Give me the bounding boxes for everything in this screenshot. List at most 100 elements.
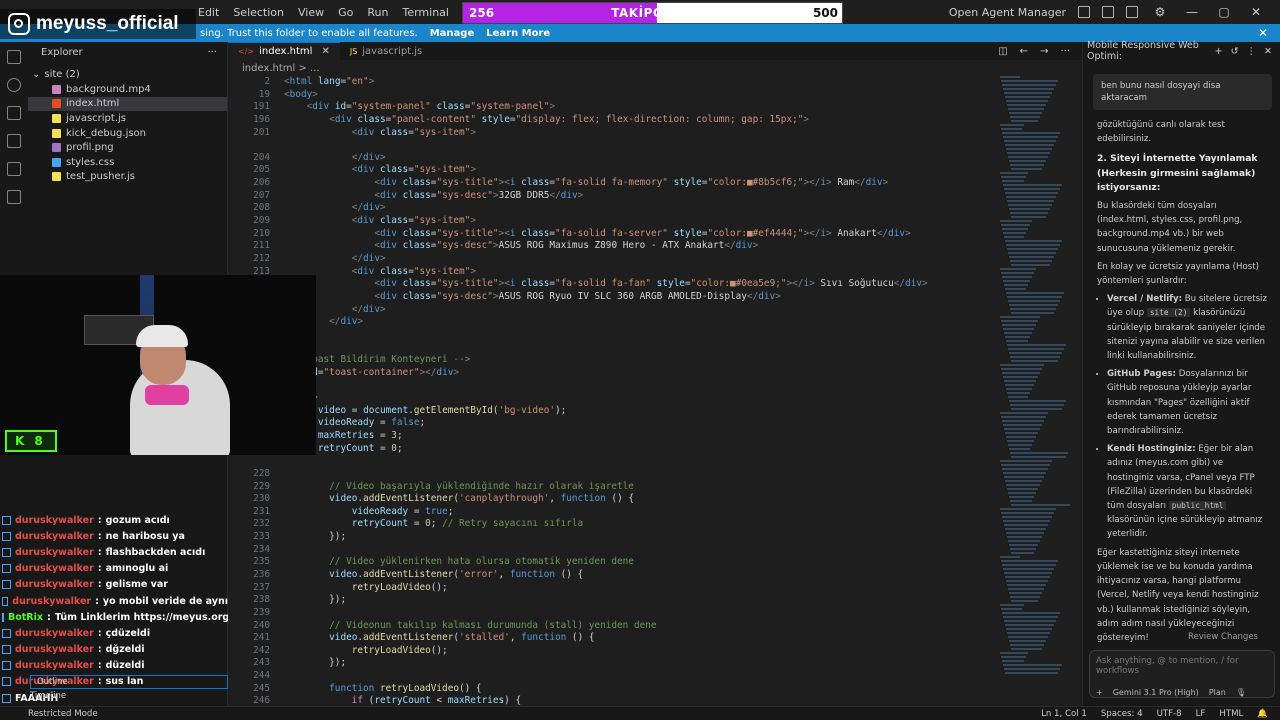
mode-selector[interactable]: Plan xyxy=(1209,688,1226,697)
menu-go[interactable]: Go xyxy=(338,6,353,19)
file-item[interactable]: profil.png xyxy=(28,140,227,155)
settings-gear-icon[interactable]: ⚙ xyxy=(1150,5,1170,19)
minimap-line xyxy=(1010,356,1060,358)
minimize-button[interactable]: — xyxy=(1182,5,1202,19)
remote-explorer-icon[interactable] xyxy=(7,162,21,176)
code-text: <div class="sys-desc">ASUS ROG Maximus Z… xyxy=(374,240,759,252)
option-github: GitHub Pages: Dosyalarınızı bir GitHub r… xyxy=(1107,367,1270,438)
minimap-line xyxy=(1004,428,1040,430)
run-debug-icon[interactable] xyxy=(7,134,21,148)
code-editor[interactable]: 2 <html lang="en"> 19 <body> 191 <div id="sy… xyxy=(228,76,998,720)
maximize-button[interactable]: ▢ xyxy=(1214,5,1234,19)
editor-tab[interactable]: </> index.html ✕ xyxy=(228,42,340,60)
file-item[interactable]: styles.css xyxy=(28,155,227,170)
panel-more-icon[interactable]: ⋮ xyxy=(1247,46,1257,57)
layout-panel-icon[interactable] xyxy=(1102,6,1114,18)
code-line: <div class="sys-title"><i class="fa-soli… xyxy=(228,278,998,291)
microphone-icon[interactable]: 🎙 xyxy=(1236,688,1246,697)
cursor-position[interactable]: Ln 1, Col 1 xyxy=(1041,709,1087,719)
file-item[interactable]: javascript.js xyxy=(28,111,227,126)
language-mode[interactable]: HTML xyxy=(1219,709,1243,719)
close-panel-icon[interactable]: ✕ xyxy=(1264,46,1272,57)
minimap-line xyxy=(1002,324,1036,326)
minimap-line xyxy=(1008,108,1044,110)
chat-text: amınoglu ai xyxy=(105,563,169,575)
close-tab-icon[interactable]: ✕ xyxy=(321,46,329,57)
breadcrumb[interactable]: index.html > ... xyxy=(228,60,1082,76)
kick-viewer-count: 8 xyxy=(34,434,43,448)
manage-link[interactable]: Manage xyxy=(430,28,475,39)
source-control-icon[interactable] xyxy=(7,106,21,120)
folder-site[interactable]: ⌄ site (2) xyxy=(28,66,227,82)
folder-name: site (2) xyxy=(44,68,80,80)
split-editor-icon[interactable]: ◫ xyxy=(998,46,1007,57)
extensions-icon[interactable] xyxy=(7,190,21,204)
minimap-line xyxy=(1005,672,1058,674)
end-of-line[interactable]: LF xyxy=(1196,709,1206,719)
code-line: 206 <div class="sys-title"><i class="fa-… xyxy=(228,177,998,190)
minimap-line xyxy=(1000,220,1032,222)
minimap-line xyxy=(1002,132,1060,134)
minimap-line xyxy=(1008,444,1032,446)
line-number: 229 xyxy=(253,480,270,492)
learn-more-link[interactable]: Learn More xyxy=(486,28,550,39)
minimap-line xyxy=(1004,188,1060,190)
timeline-section[interactable]: Timeline xyxy=(30,691,66,701)
encoding[interactable]: UTF-8 xyxy=(1157,709,1182,719)
close-window-button[interactable]: ✕ xyxy=(1246,5,1266,19)
open-agent-manager-button[interactable]: Open Agent Manager xyxy=(949,6,1066,19)
line-number: 205 xyxy=(253,164,270,176)
code-line: 230 video.addEventListener('canplaythrou… xyxy=(228,493,998,506)
more-actions-icon[interactable]: ··· xyxy=(207,47,217,58)
code-text: retryLoadVideo(); xyxy=(351,581,448,593)
outline-section[interactable]: Outline xyxy=(30,675,228,689)
chat-text: düzeldi xyxy=(105,660,145,672)
menu-view[interactable]: View xyxy=(298,6,324,19)
chat-input-placeholder: Ask anything, @ to mention, / for workfl… xyxy=(1096,656,1239,676)
kick-logo-icon: K xyxy=(15,434,25,448)
editor-tab[interactable]: JS javascript.js xyxy=(340,42,432,60)
code-line: 205 <div class="sys-item"> xyxy=(228,164,998,177)
explorer-icon[interactable] xyxy=(7,50,21,64)
minimap-line xyxy=(1011,312,1054,314)
chat-separator: : xyxy=(97,530,102,542)
minimap-line xyxy=(1006,628,1052,630)
file-name: profil.png xyxy=(66,142,114,154)
go-forward-icon[interactable]: → xyxy=(1040,46,1048,57)
go-back-icon[interactable]: ← xyxy=(1020,46,1028,57)
minimap-line xyxy=(1004,284,1028,286)
minimap-line xyxy=(1005,384,1034,386)
layout-sidebar-icon[interactable] xyxy=(1078,6,1090,18)
new-chat-icon[interactable]: + xyxy=(1215,46,1223,57)
model-selector[interactable]: Gemini 3.1 Pro (High) xyxy=(1113,688,1199,697)
search-icon[interactable] xyxy=(7,78,21,92)
code-text: video.addEventListener('error', function… xyxy=(329,568,584,580)
layout-aux-icon[interactable] xyxy=(1126,6,1138,18)
chat-username: duruskywalker xyxy=(15,660,94,672)
minimap-line xyxy=(1002,84,1056,86)
minimap-line xyxy=(1006,100,1048,102)
menu-selection[interactable]: Selection xyxy=(233,6,284,19)
close-banner-icon[interactable]: ✕ xyxy=(1258,26,1268,40)
indentation[interactable]: Spaces: 4 xyxy=(1101,709,1143,719)
menu-terminal[interactable]: Terminal xyxy=(402,6,449,19)
menu-run[interactable]: Run xyxy=(367,6,388,19)
line-number: 233 xyxy=(253,531,270,543)
code-line: 236 video.addEventListener('error', func… xyxy=(228,569,998,582)
file-item[interactable]: kick_debug.json xyxy=(28,126,227,141)
add-context-icon[interactable]: + xyxy=(1096,688,1103,697)
chat-input[interactable]: Ask anything, @ to mention, / for workfl… xyxy=(1089,650,1275,698)
code-line: 228 xyxy=(228,468,998,481)
minimap-line xyxy=(1011,408,1062,410)
file-item[interactable]: test_pusher.js xyxy=(28,170,227,185)
file-item[interactable]: background.mp4 xyxy=(28,82,227,97)
file-item[interactable]: index.html xyxy=(28,96,227,112)
more-editor-actions-icon[interactable]: ··· xyxy=(1060,46,1070,57)
history-icon[interactable]: ↺ xyxy=(1231,46,1239,57)
minimap[interactable] xyxy=(1000,76,1070,706)
review-changes-button[interactable]: Review Changes xyxy=(1188,632,1258,642)
menu-edit[interactable]: Edit xyxy=(198,6,219,19)
notifications-icon[interactable]: 🔔 xyxy=(1257,709,1268,719)
editor-area: </> index.html ✕ JS javascript.js ◫ ← → ··· … xyxy=(228,42,1082,719)
chat-badge-icon xyxy=(2,564,11,574)
